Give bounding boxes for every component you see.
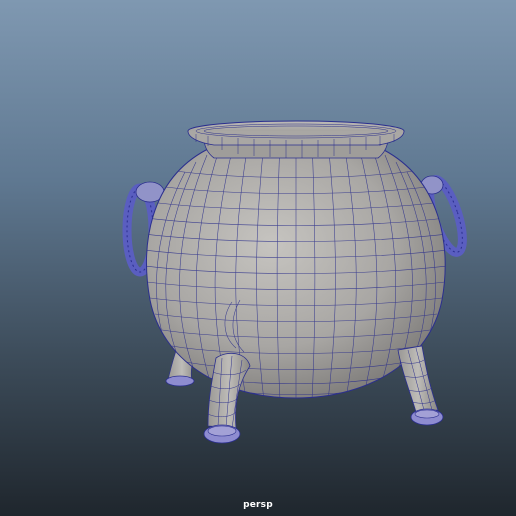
camera-name-label: persp: [243, 500, 273, 510]
front-right-leg: [397, 345, 444, 426]
pot-rim: [187, 120, 405, 159]
viewport-scene[interactable]: [0, 0, 516, 516]
perspective-viewport[interactable]: persp: [0, 0, 516, 516]
